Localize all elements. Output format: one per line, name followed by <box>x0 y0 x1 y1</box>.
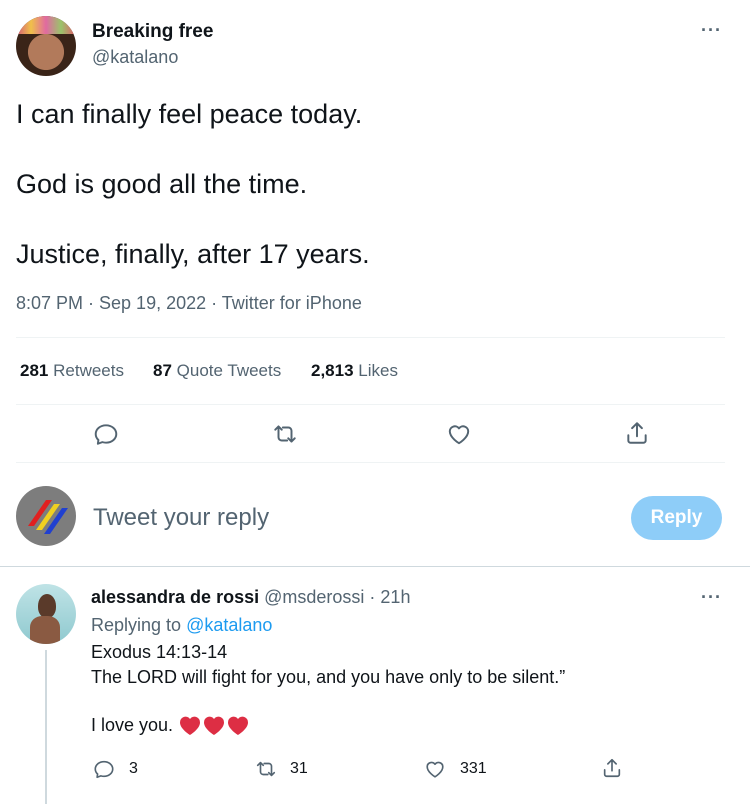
reply-retweet-icon <box>256 761 276 777</box>
reply-more-options-icon[interactable]: ··· <box>701 587 722 608</box>
reply-author-handle[interactable]: @msderossi <box>264 587 364 607</box>
tweet-text-line-1: I can finally feel peace today. <box>16 99 363 129</box>
user-avatar-logo-icon <box>28 500 68 534</box>
reply-like-count: 331 <box>460 760 487 777</box>
replying-to-handle[interactable]: @katalano <box>186 615 272 635</box>
reply-comment-icon <box>94 760 114 779</box>
share-icon[interactable] <box>624 420 650 446</box>
quotes-label: Quote Tweets <box>176 361 282 380</box>
section-separator <box>0 566 750 567</box>
reply-comment-count: 3 <box>129 760 138 777</box>
red-heart-emoji-icon <box>204 716 225 736</box>
author-handle[interactable]: @katalano <box>92 47 178 68</box>
retweets-count: 281 <box>20 361 49 380</box>
divider <box>16 404 725 405</box>
reply-button[interactable]: Reply <box>631 496 722 540</box>
tweet-text-line-3: Justice, finally, after 17 years. <box>16 239 370 269</box>
reply-compose-input[interactable]: Tweet your reply <box>93 504 593 532</box>
quotes-count: 87 <box>153 361 172 380</box>
retweets-stat[interactable]: 281 Retweets <box>20 361 124 381</box>
reply-icon[interactable] <box>93 421 119 447</box>
divider <box>16 462 725 463</box>
reply-share-icon[interactable] <box>601 757 623 779</box>
tweet-text-line-2: God is good all the time. <box>16 169 308 199</box>
author-name[interactable]: Breaking free <box>92 21 213 43</box>
reply-author-name[interactable]: alessandra de rossi <box>91 587 259 607</box>
author-avatar[interactable] <box>16 16 76 76</box>
thread-line <box>45 650 47 804</box>
reply-author-avatar[interactable] <box>16 584 76 644</box>
red-heart-emoji-icon <box>228 716 249 736</box>
likes-stat[interactable]: 2,813 Likes <box>311 361 398 381</box>
likes-label: Likes <box>358 361 398 380</box>
quote-tweets-stat[interactable]: 87 Quote Tweets <box>153 361 281 381</box>
reply-header: alessandra de rossi @msderossi · 21h <box>91 587 410 608</box>
more-options-icon[interactable]: ··· <box>701 20 722 41</box>
reply-time[interactable]: · 21h <box>369 587 410 607</box>
reply-text-line-3: I love you. <box>91 714 250 736</box>
reply-love-text: I love you. <box>91 714 174 735</box>
user-avatar[interactable] <box>16 486 76 546</box>
replying-to-label: Replying to <box>91 615 182 635</box>
likes-count: 2,813 <box>311 361 354 380</box>
tweet-timestamp[interactable]: 8:07 PM · Sep 19, 2022 · Twitter for iPh… <box>16 293 362 314</box>
red-heart-emoji-icon <box>180 716 201 736</box>
reply-text-line-2: The LORD will fight for you, and you hav… <box>91 667 566 687</box>
like-icon[interactable] <box>446 421 472 447</box>
reply-retweet-count: 31 <box>290 760 308 777</box>
retweet-icon[interactable] <box>271 421 299 447</box>
reply-text-line-1: Exodus 14:13-14 <box>91 642 228 662</box>
divider <box>16 337 725 338</box>
reply-like-icon <box>426 761 444 778</box>
retweets-label: Retweets <box>53 361 124 380</box>
replying-to: Replying to @katalano <box>91 615 272 636</box>
